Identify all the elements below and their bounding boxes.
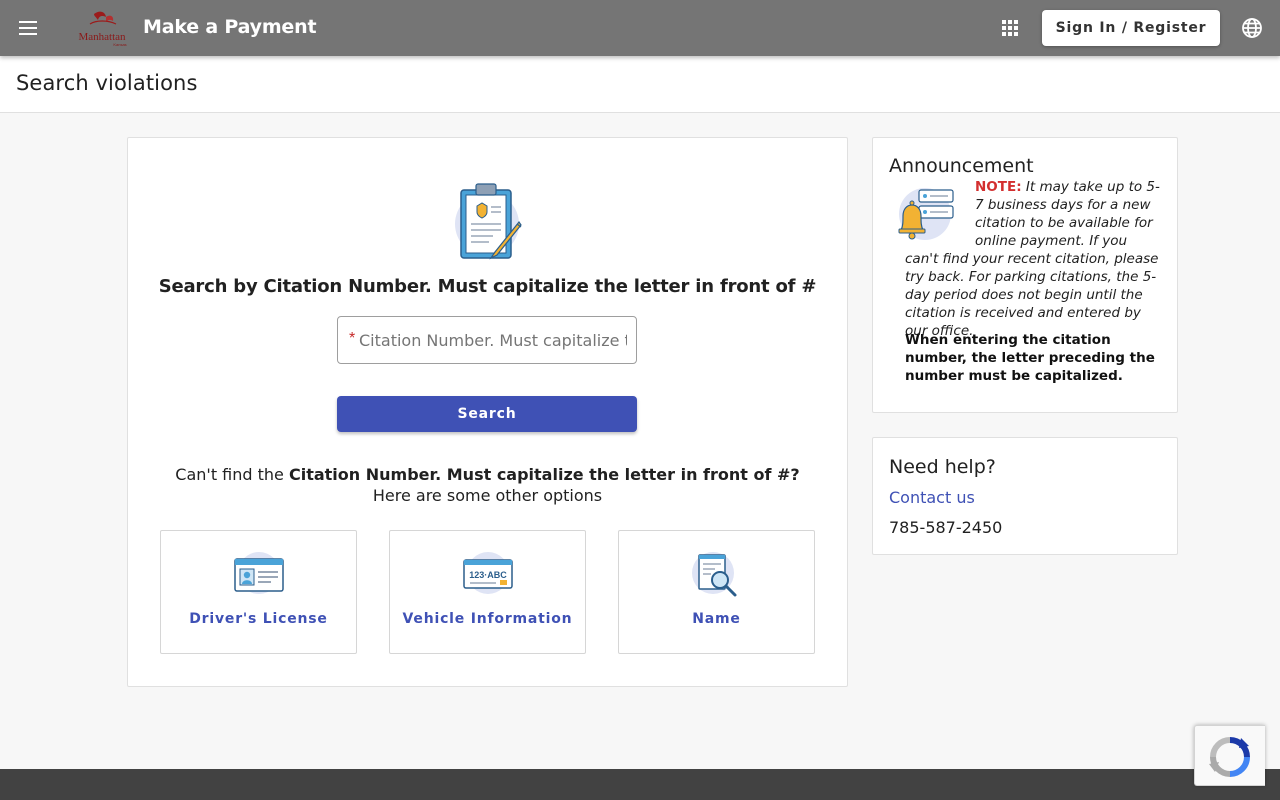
option-vehicle-information[interactable]: 123·ABC Vehicle Information [389,530,586,654]
note-label: NOTE: [975,179,1022,195]
citation-search-card: Search by Citation Number. Must capitali… [127,137,848,687]
other-options-text: Can't find the Citation Number. Must cap… [128,464,847,506]
announcement-title: Announcement [889,155,1034,177]
language-globe-icon[interactable] [1240,16,1264,40]
option-label: Vehicle Information [402,611,573,627]
citation-input-field: * [337,316,637,364]
page-title: Search violations [16,71,198,95]
recaptcha-badge[interactable] [1194,725,1265,786]
clipboard-badge-icon [451,180,527,264]
help-card: Need help? Contact us 785-587-2450 [872,437,1178,555]
option-drivers-license[interactable]: Driver's License [160,530,357,654]
drivers-license-icon [233,551,285,599]
app-title: Make a Payment [143,16,317,38]
search-heading: Search by Citation Number. Must capitali… [158,276,817,297]
apps-grid-icon[interactable] [998,16,1022,40]
cant-find-field: Citation Number. Must capitalize the let… [288,465,800,484]
svg-text:Kansas: Kansas [113,42,126,47]
citation-number-input[interactable] [359,317,627,363]
option-name[interactable]: Name [618,530,815,654]
svg-text:123·ABC: 123·ABC [469,570,507,580]
page-subheader: Search violations [0,56,1280,113]
help-title: Need help? [889,456,996,478]
option-label: Name [692,611,741,627]
help-phone-number: 785-587-2450 [889,518,1003,537]
sign-in-register-button[interactable]: Sign In / Register [1042,10,1220,46]
other-options-label: Here are some other options [372,486,603,505]
search-button[interactable]: Search [337,396,637,432]
document-search-icon [691,551,743,599]
city-logo[interactable]: Manhattan Kansas [72,8,132,48]
page-footer [0,769,1280,800]
announcement-note: NOTE: It may take up to 5-7 business day… [905,178,1163,340]
menu-icon[interactable] [12,12,44,44]
announcement-card: Announcement NOTE: It may take up to 5-7… [872,137,1178,413]
top-app-bar: Manhattan Kansas Make a Payment Sign In … [0,0,1280,56]
recaptcha-icon [1209,737,1250,777]
cant-find-prefix: Can't find the [175,465,289,484]
option-label: Driver's License [189,611,328,627]
license-plate-icon: 123·ABC [462,551,514,599]
required-marker: * [349,330,356,347]
contact-us-link[interactable]: Contact us [889,488,975,507]
capitalization-notice: When entering the citation number, the l… [905,332,1155,384]
